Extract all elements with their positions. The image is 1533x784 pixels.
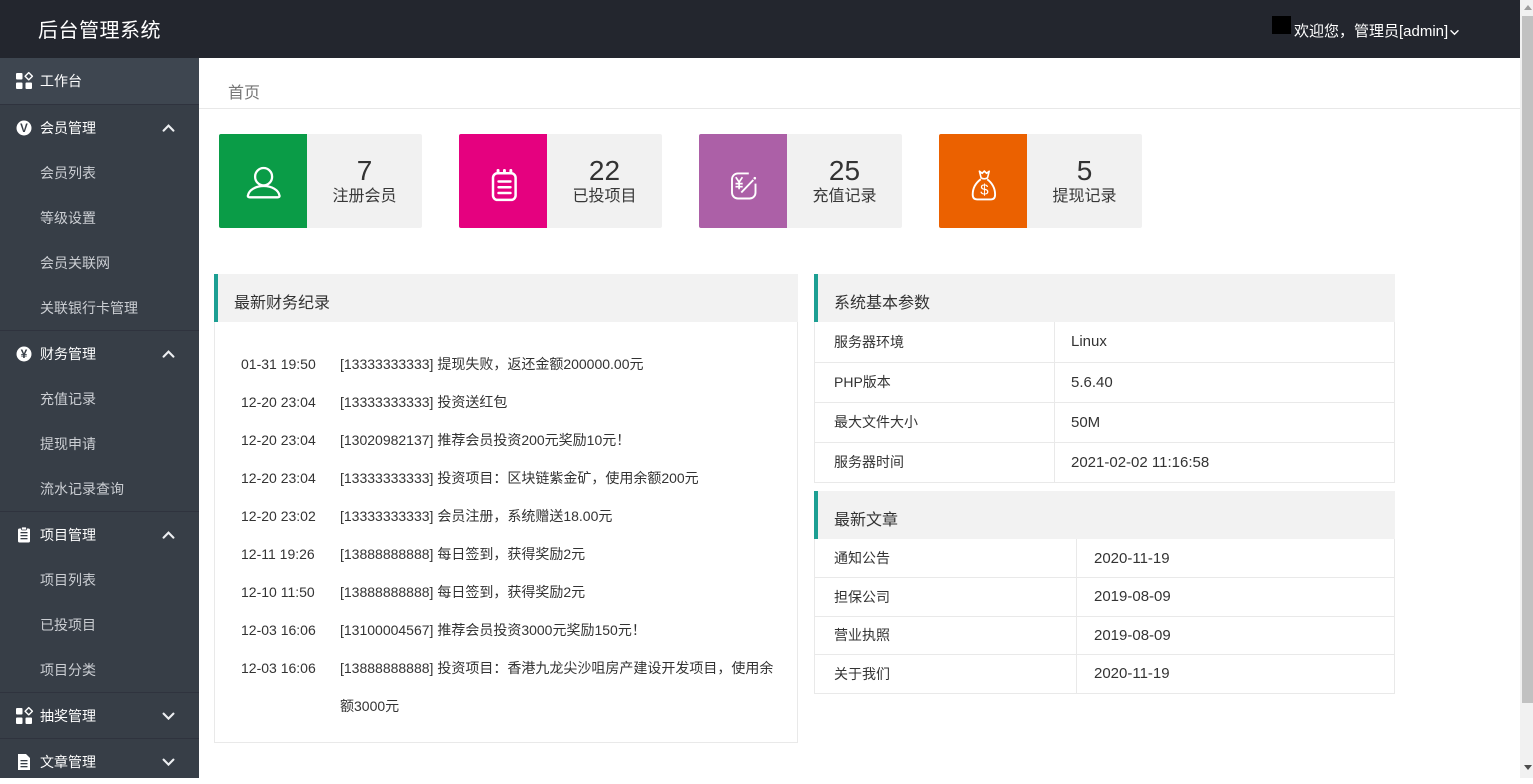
svg-text:V: V: [20, 123, 28, 135]
svg-text:$: $: [980, 181, 989, 198]
svg-text:¥: ¥: [21, 347, 28, 361]
